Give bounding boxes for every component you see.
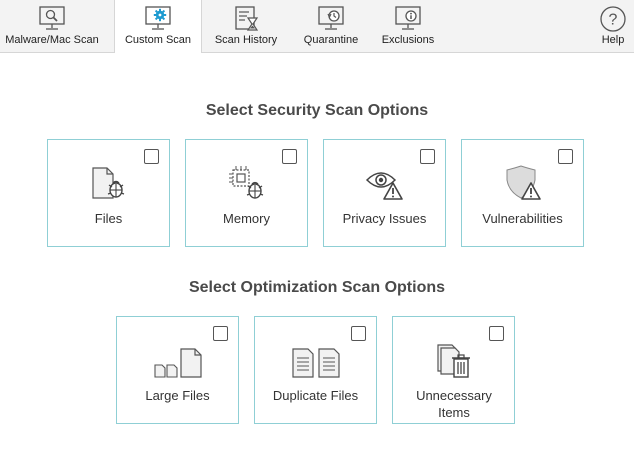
security-section-title: Select Security Scan Options xyxy=(205,102,429,119)
tab-exclusions[interactable]: Exclusions xyxy=(376,0,440,52)
option-memory[interactable]: Memory xyxy=(185,139,308,247)
help-button[interactable]: ? Help xyxy=(594,0,632,52)
option-duplicate-files[interactable]: Duplicate Files xyxy=(254,316,377,424)
files-label: Files xyxy=(94,211,123,226)
duplicate-files-icon xyxy=(291,348,340,378)
privacy-issues-label: Privacy Issues xyxy=(342,211,427,226)
tab-label: Quarantine xyxy=(303,34,359,46)
large-files-label: Large Files xyxy=(145,388,210,403)
option-vulnerabilities[interactable]: Vulnerabilities xyxy=(461,139,584,247)
duplicate-files-checkbox[interactable] xyxy=(351,326,366,341)
option-large-files[interactable]: Large Files xyxy=(116,316,239,424)
tab-label: Scan History xyxy=(214,34,278,46)
tab-label: Custom Scan xyxy=(124,34,192,46)
option-unnecessary-items[interactable]: Unnecessary Items xyxy=(392,316,515,424)
monitor-info-icon xyxy=(395,6,421,30)
monitor-gear-icon xyxy=(145,6,171,30)
option-files[interactable]: Files xyxy=(47,139,170,247)
memory-label: Memory xyxy=(223,211,270,226)
tab-malware-mac-scan[interactable]: Malware/Mac Scan xyxy=(0,0,104,52)
tab-quarantine[interactable]: Quarantine xyxy=(293,0,369,52)
large-files-icon xyxy=(153,348,202,378)
memory-checkbox[interactable] xyxy=(282,149,297,164)
duplicate-files-label: Duplicate Files xyxy=(272,388,359,403)
help-icon: ? xyxy=(600,6,626,32)
tab-label: Exclusions xyxy=(381,34,435,46)
toolbar: Malware/Mac Scan Custom Scan Scan Histor… xyxy=(0,0,634,53)
chip-bug-icon xyxy=(228,166,263,199)
optimization-section-title: Select Optimization Scan Options xyxy=(188,279,446,296)
tab-label: Malware/Mac Scan xyxy=(5,34,99,46)
tab-scan-history[interactable]: Scan History xyxy=(208,0,284,52)
files-checkbox[interactable] xyxy=(144,149,159,164)
shield-warning-icon xyxy=(506,165,541,200)
file-trash-icon xyxy=(436,344,470,378)
large-files-checkbox[interactable] xyxy=(213,326,228,341)
privacy-issues-checkbox[interactable] xyxy=(420,149,435,164)
unnecessary-items-checkbox[interactable] xyxy=(489,326,504,341)
monitor-restore-icon xyxy=(318,6,344,30)
option-privacy-issues[interactable]: Privacy Issues xyxy=(323,139,446,247)
vulnerabilities-checkbox[interactable] xyxy=(558,149,573,164)
svg-text:?: ? xyxy=(609,12,618,29)
monitor-magnifier-icon xyxy=(39,6,65,30)
tab-custom-scan[interactable]: Custom Scan xyxy=(114,0,202,53)
vulnerabilities-label: Vulnerabilities xyxy=(482,211,563,226)
help-label: Help xyxy=(601,34,625,46)
history-hourglass-icon xyxy=(235,6,259,31)
unnecessary-items-label: Unnecessary Items xyxy=(416,388,492,420)
eye-warning-icon xyxy=(365,172,403,200)
file-bug-icon xyxy=(91,167,124,199)
